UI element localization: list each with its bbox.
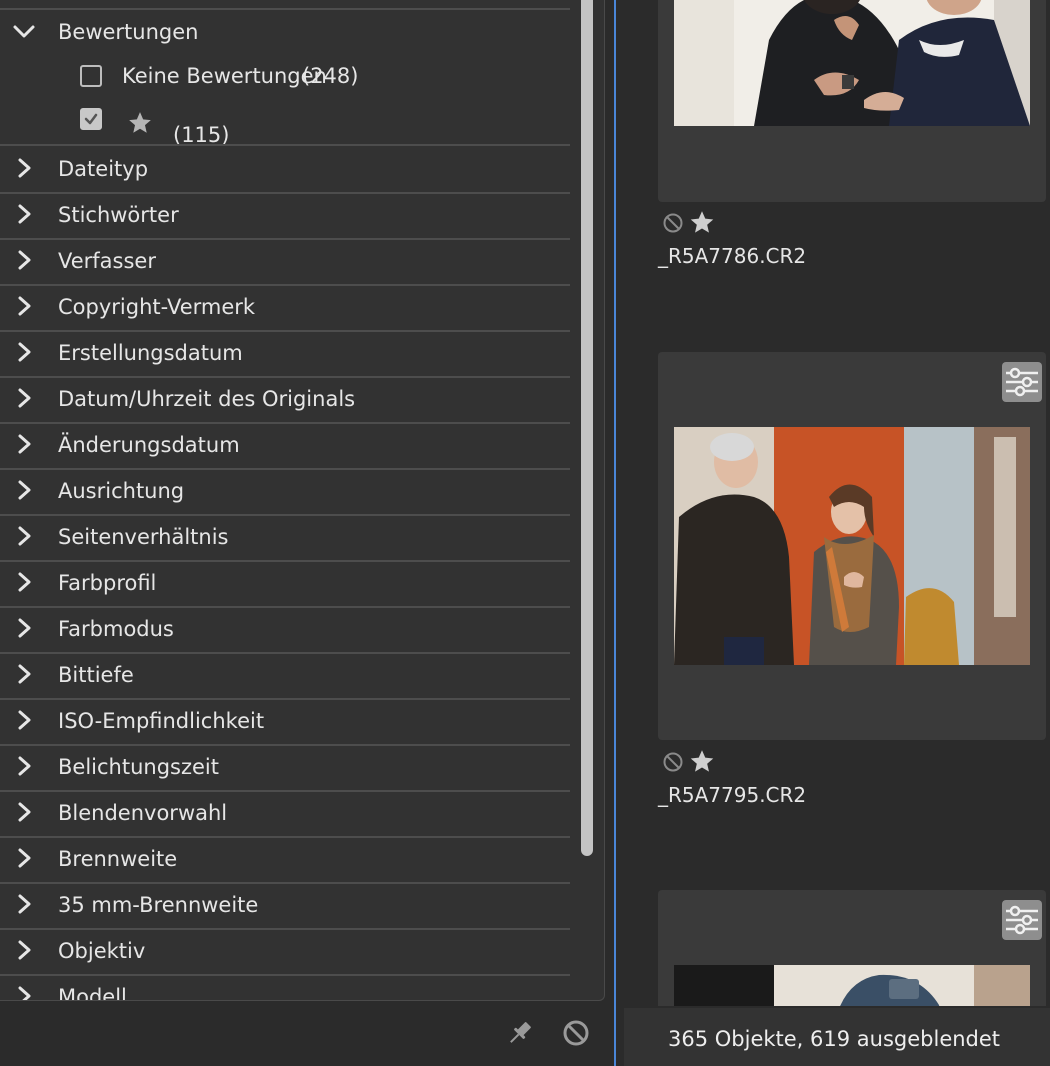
checkbox[interactable] <box>80 65 102 87</box>
filter-section-header[interactable]: Verfasser <box>0 238 570 286</box>
scrollbar-thumb[interactable] <box>581 0 593 856</box>
sliders-icon[interactable] <box>1002 362 1042 402</box>
star-icon[interactable] <box>688 748 716 779</box>
star-icon <box>126 110 154 140</box>
chevron-right-icon[interactable] <box>13 755 35 777</box>
filter-section-header[interactable]: Copyright-Vermerk <box>0 284 570 332</box>
chevron-down-icon[interactable] <box>12 21 36 43</box>
section-label: Änderungsdatum <box>58 433 240 457</box>
filter-section-header[interactable]: Farbprofil <box>0 560 570 608</box>
chevron-right-icon[interactable] <box>13 157 35 179</box>
section-label: Brennweite <box>58 847 178 871</box>
filter-section-header[interactable]: Farbmodus <box>0 606 570 654</box>
filter-section-header[interactable]: Blendenvorwahl <box>0 790 570 838</box>
thumbnail-image[interactable] <box>674 0 1030 126</box>
clear-filter-icon[interactable] <box>560 1017 592 1049</box>
filter-section-header-ratings[interactable]: Bewertungen <box>0 10 570 54</box>
chevron-right-icon[interactable] <box>13 433 35 455</box>
chevron-right-icon[interactable] <box>13 249 35 271</box>
filter-section-header[interactable]: Änderungsdatum <box>0 422 570 470</box>
section-label: Datum/Uhrzeit des Originals <box>58 387 356 411</box>
chevron-right-icon[interactable] <box>13 295 35 317</box>
thumbnail-card[interactable] <box>658 890 1046 1006</box>
status-text: 365 Objekte, 619 ausgeblendet <box>668 1027 1001 1051</box>
chevron-right-icon[interactable] <box>13 847 35 869</box>
chevron-right-icon[interactable] <box>13 203 35 225</box>
reject-icon[interactable] <box>662 751 684 777</box>
content-grid: _R5A7786.CR2 _R5A7795.CR2 <box>616 0 1050 1006</box>
filter-section-header[interactable]: 35 mm-Brennweite <box>0 882 570 930</box>
filter-section-header[interactable]: Datum/Uhrzeit des Originals <box>0 376 570 424</box>
thumbnail-card[interactable] <box>658 0 1046 202</box>
filter-section-header[interactable]: Modell <box>0 974 570 1001</box>
filter-section-header[interactable]: Ausrichtung <box>0 468 570 516</box>
section-label: Seitenverhältnis <box>58 525 229 549</box>
chevron-right-icon[interactable] <box>13 709 35 731</box>
filter-section-header[interactable]: Belichtungszeit <box>0 744 570 792</box>
section-label: ISO-Empfindlichkeit <box>58 709 265 733</box>
section-label: Bittiefe <box>58 663 134 687</box>
section-label: Farbmodus <box>58 617 174 641</box>
status-bar: 365 Objekte, 619 ausgeblendet <box>624 1008 1050 1066</box>
checkbox-checked[interactable] <box>80 108 102 130</box>
filter-section-header[interactable]: Seitenverhältnis <box>0 514 570 562</box>
section-label: Objektiv <box>58 939 146 963</box>
reject-icon[interactable] <box>662 212 684 238</box>
filter-section-header[interactable]: ISO-Empfindlichkeit <box>0 698 570 746</box>
option-label: Keine Bewertungen <box>122 64 327 88</box>
section-label: Belichtungszeit <box>58 755 219 779</box>
section-label: Bewertungen <box>58 20 199 44</box>
filter-section-header[interactable]: Stichwörter <box>0 192 570 240</box>
filter-section-header[interactable]: Objektiv <box>0 928 570 976</box>
chevron-right-icon[interactable] <box>13 571 35 593</box>
section-label: Modell <box>58 985 127 1001</box>
chevron-right-icon[interactable] <box>13 341 35 363</box>
chevron-right-icon[interactable] <box>13 617 35 639</box>
thumbnail-card[interactable] <box>658 352 1046 740</box>
filter-option-no-rating[interactable]: Keine Bewertungen (248) <box>0 54 570 100</box>
chevron-right-icon[interactable] <box>13 801 35 823</box>
filter-option-one-star[interactable]: (115) <box>0 100 570 147</box>
chevron-right-icon[interactable] <box>13 663 35 685</box>
thumbnail-image[interactable] <box>674 965 1030 1006</box>
chevron-right-icon[interactable] <box>13 387 35 409</box>
section-label: Dateityp <box>58 157 149 181</box>
item-filename: _R5A7795.CR2 <box>658 783 807 807</box>
section-label: Stichwörter <box>58 203 179 227</box>
filter-section-header[interactable]: Dateityp <box>0 146 570 194</box>
chevron-right-icon[interactable] <box>13 985 35 1000</box>
section-label: Ausrichtung <box>58 479 185 503</box>
star-icon[interactable] <box>688 209 716 240</box>
section-label: Erstellungsdatum <box>58 341 243 365</box>
chevron-right-icon[interactable] <box>13 525 35 547</box>
filter-panel: Bewertungen Keine Bewertungen (248) (115… <box>0 0 605 1001</box>
thumbnail-image[interactable] <box>674 427 1030 665</box>
filter-section-header[interactable]: Brennweite <box>0 836 570 884</box>
chevron-right-icon[interactable] <box>13 939 35 961</box>
option-count: (248) <box>302 64 359 88</box>
app-window: Bewertungen Keine Bewertungen (248) (115… <box>0 0 1050 1066</box>
filter-section-ratings: Bewertungen Keine Bewertungen (248) (115… <box>0 10 570 147</box>
chevron-right-icon[interactable] <box>13 479 35 501</box>
pin-icon[interactable] <box>504 1017 536 1049</box>
section-label: 35 mm-Brennweite <box>58 893 259 917</box>
section-label: Blendenvorwahl <box>58 801 228 825</box>
item-filename: _R5A7786.CR2 <box>658 244 807 268</box>
section-label: Copyright-Vermerk <box>58 295 256 319</box>
filter-section-header[interactable]: Erstellungsdatum <box>0 330 570 378</box>
chevron-right-icon[interactable] <box>13 893 35 915</box>
section-label: Verfasser <box>58 249 156 273</box>
filter-section-header[interactable]: Bittiefe <box>0 652 570 700</box>
sliders-icon[interactable] <box>1002 900 1042 940</box>
section-label: Farbprofil <box>58 571 157 595</box>
